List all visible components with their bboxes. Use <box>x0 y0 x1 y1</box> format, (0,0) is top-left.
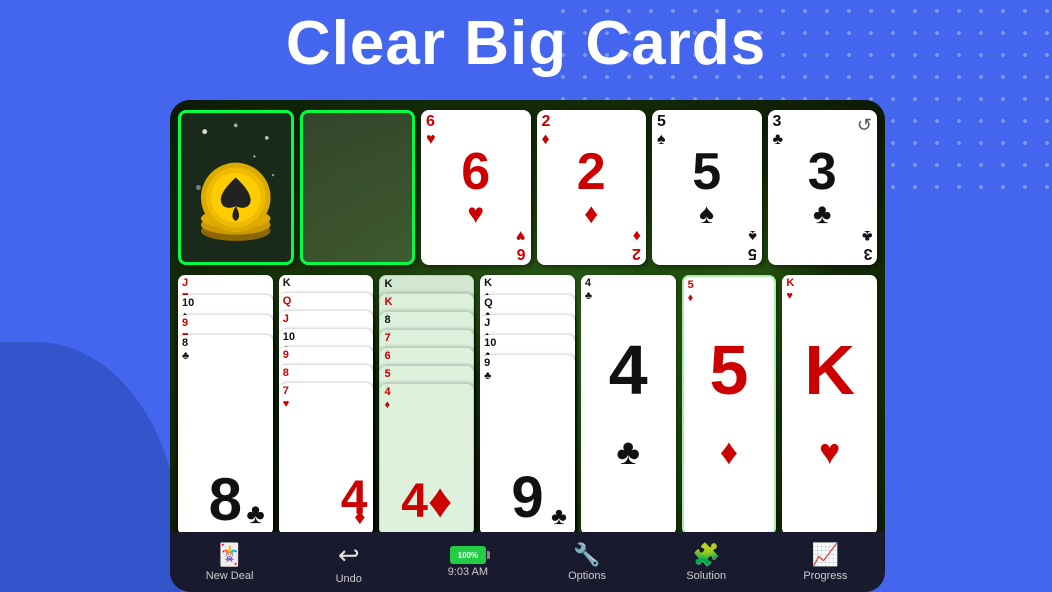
undo-button[interactable]: ↩ Undo <box>309 540 389 585</box>
col7-k: K♥ <box>782 275 877 305</box>
card-5-center: 5 ♠ <box>692 146 721 230</box>
card-6-bottom-right: 3♣ <box>862 227 873 262</box>
solution-label: Solution <box>686 570 726 582</box>
card-3-bottom-right: 6♥ <box>516 227 526 262</box>
top-card-2[interactable] <box>300 110 416 265</box>
progress-button[interactable]: 📈 Progress <box>785 542 865 582</box>
card-4-bottom-right: 2♦ <box>632 227 641 262</box>
col-5[interactable]: 4♣ 4♣ <box>581 275 676 535</box>
options-label: Options <box>568 570 606 582</box>
card-3-center: 6 ♥ <box>461 146 490 230</box>
card-6-top-left: 3♣ <box>773 113 784 148</box>
col4-9: 9♣ <box>480 355 575 385</box>
col6-5: 5♦ <box>684 277 775 307</box>
solution-icon: 🧩 <box>693 542 720 568</box>
card-5-top-left: 5♠ <box>657 113 666 148</box>
progress-icon: 📈 <box>812 542 839 568</box>
card-3-top-left: 6♥ <box>426 113 436 148</box>
col-3[interactable]: K♣ K♦ 8♣ 7♦ 6♦ 5♦ 4♦ 4♦ <box>379 275 474 535</box>
card-4-top-left: 2♦ <box>542 113 551 148</box>
top-card-row: 6♥ 6 ♥ 6♥ 2♦ 2 ♦ 2♦ 5♠ 5 ♠ 5♠ <box>178 110 877 265</box>
card-6-center: 3 ♣ <box>808 146 837 230</box>
new-deal-button[interactable]: 🃏 New Deal <box>190 542 270 582</box>
solution-button[interactable]: 🧩 Solution <box>666 542 746 582</box>
col3-bottom: 4♦ <box>401 478 452 526</box>
time-label: 9:03 AM <box>448 566 488 578</box>
col-4[interactable]: K♠ Q♣ J♠ 10♣ 9♣ 9 ♣ <box>480 275 575 535</box>
refresh-icon[interactable]: ↺ <box>857 115 872 136</box>
col-2[interactable]: K♠ Q♦ J♦ 10♣ 9♦ 8♥ 7♥ 4 ♦ <box>279 275 374 535</box>
top-card-3[interactable]: 6♥ 6 ♥ 6♥ <box>421 110 531 265</box>
col1-8: 8♣ <box>178 335 273 365</box>
col-6[interactable]: 5♦ 5♦ <box>682 275 777 535</box>
battery-pct: 100% <box>458 551 478 560</box>
col2-7: 7♥ <box>279 383 374 413</box>
card-5-bottom-right: 5♠ <box>748 227 757 262</box>
progress-label: Progress <box>803 570 847 582</box>
col6-big-5: 5♦ <box>709 335 748 475</box>
col3-4: 4♦ <box>380 384 473 414</box>
col7-big-k: K♥ <box>804 335 855 475</box>
col1-big-club: ♣ <box>246 498 264 530</box>
col-1[interactable]: J♥ 10♠ 9♥ 8♣ 8 ♣ <box>178 275 273 535</box>
col2-big-diamond: ♦ <box>354 504 365 530</box>
card-4-center: 2 ♦ <box>577 146 606 230</box>
col4-big-club: ♣ <box>551 503 567 531</box>
page-title: Clear Big Cards <box>0 8 1052 79</box>
time-display: 100% 9:03 AM <box>428 546 508 578</box>
game-container: 6♥ 6 ♥ 6♥ 2♦ 2 ♦ 2♦ 5♠ 5 ♠ 5♠ <box>170 100 885 570</box>
new-deal-icon: 🃏 <box>216 542 243 568</box>
top-card-6[interactable]: 3♣ 3 ♣ 3♣ ↺ <box>768 110 878 265</box>
battery-icon: 100% <box>450 546 486 564</box>
col-7[interactable]: K♥ K♥ <box>782 275 877 535</box>
options-button[interactable]: 🔧 Options <box>547 542 627 582</box>
options-icon: 🔧 <box>573 542 600 568</box>
top-card-1[interactable] <box>178 110 294 265</box>
new-deal-label: New Deal <box>206 570 254 582</box>
background-curve <box>0 342 180 592</box>
col5-big-4: 4♣ <box>609 335 648 475</box>
top-card-4[interactable]: 2♦ 2 ♦ 2♦ <box>537 110 647 265</box>
col4-big-9: 9 <box>511 469 543 527</box>
col5-4: 4♣ <box>581 275 676 305</box>
col1-big-8: 8 <box>209 470 242 530</box>
undo-label: Undo <box>336 573 362 585</box>
bottom-card-row: J♥ 10♠ 9♥ 8♣ 8 ♣ K♠ Q♦ J♦ <box>178 275 877 535</box>
top-card-5[interactable]: 5♠ 5 ♠ 5♠ <box>652 110 762 265</box>
toolbar: 🃏 New Deal ↩ Undo 100% 9:03 AM 🔧 Options… <box>170 532 885 592</box>
undo-icon: ↩ <box>338 540 360 571</box>
